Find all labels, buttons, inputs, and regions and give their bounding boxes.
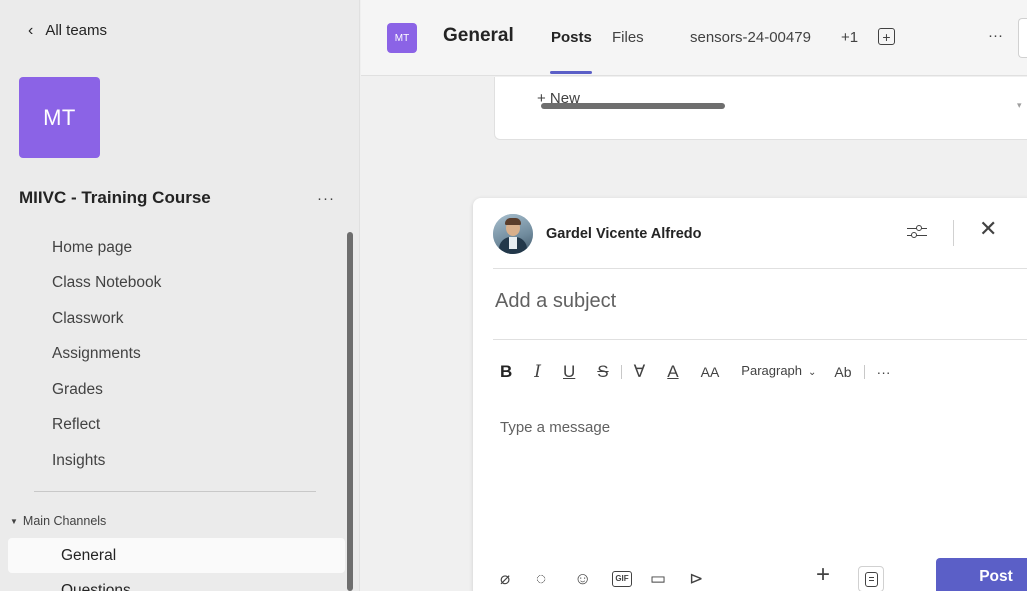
strikethrough-button[interactable]: S	[597, 362, 608, 382]
horizontal-scrollbar[interactable]	[541, 103, 725, 109]
formatting-toolbar: B I U S ∀ A AA Paragraph ⌄ Ab ···	[500, 360, 913, 384]
emoji-icon[interactable]: ☺	[574, 570, 591, 588]
more-formatting-button[interactable]: ···	[877, 362, 891, 382]
active-tab-indicator	[550, 71, 592, 74]
team-sidebar: ‹ All teams MT MIIVC - Training Course ·…	[0, 0, 360, 591]
tab-files[interactable]: Files	[612, 29, 644, 46]
subject-input[interactable]: Add a subject	[495, 290, 616, 313]
header-action-button-edge[interactable]	[1018, 18, 1027, 58]
previous-post-card: + New ▾	[494, 77, 1027, 140]
tab-sensors-24-00479[interactable]: sensors-24-00479	[690, 29, 811, 46]
chevron-left-icon: ‹	[28, 21, 34, 39]
nav-item-home-page[interactable]: Home page	[0, 230, 345, 266]
nav-item-classwork[interactable]: Classwork	[0, 301, 345, 337]
caret-down-icon: ▼	[10, 516, 18, 526]
team-name: MIIVC - Training Course	[19, 188, 211, 207]
loop-icon[interactable]: ◌	[536, 570, 546, 588]
praise-icon[interactable]: ⊳	[689, 570, 703, 588]
compose-author-row: Gardel Vicente Alfredo	[493, 214, 1027, 254]
post-options-icon[interactable]	[907, 223, 927, 241]
chevron-down-icon: ⌄	[808, 367, 817, 378]
divider	[493, 268, 1027, 269]
toolbar-separator	[620, 365, 622, 379]
bold-button[interactable]: B	[500, 362, 512, 382]
team-initials: MT	[43, 104, 76, 130]
channel-item-general[interactable]: General	[8, 538, 345, 573]
font-color-button[interactable]: A	[667, 362, 678, 382]
paragraph-style-dropdown[interactable]: Paragraph ⌄	[741, 361, 816, 383]
channel-list: General Questions	[0, 538, 345, 591]
tab-posts[interactable]: Posts	[551, 29, 592, 46]
team-nav-list: Home page Class Notebook Classwork Assig…	[0, 230, 345, 479]
message-input[interactable]: Type a message	[500, 419, 610, 436]
nav-item-reflect[interactable]: Reflect	[0, 408, 345, 444]
back-label: All teams	[45, 22, 108, 39]
header-separator	[953, 220, 954, 246]
gif-button[interactable]: GIF	[612, 571, 632, 587]
nav-item-assignments[interactable]: Assignments	[0, 337, 345, 373]
add-content-button[interactable]: +	[816, 563, 830, 587]
sticker-icon[interactable]: ▭	[650, 570, 666, 588]
nav-item-grades[interactable]: Grades	[0, 372, 345, 408]
more-tabs-button[interactable]: +1	[841, 29, 858, 46]
underline-button[interactable]: U	[563, 362, 575, 382]
team-avatar[interactable]: MT	[19, 77, 100, 158]
nav-item-insights[interactable]: Insights	[0, 443, 345, 479]
channel-content: + New ▾ Gardel Vicente Alfredo ✕ Add a s…	[361, 77, 1027, 591]
compose-box: Gardel Vicente Alfredo ✕ Add a subject B…	[473, 198, 1027, 591]
channel-title: General	[443, 25, 514, 46]
back-to-teams-link[interactable]: ‹ All teams	[28, 22, 107, 39]
author-name: Gardel Vicente Alfredo	[546, 226, 702, 242]
clear-formatting-button[interactable]: Ab	[834, 362, 851, 382]
channel-header: MT General Posts Files sensors-24-00479 …	[361, 0, 1027, 76]
team-more-options-button[interactable]: ···	[317, 190, 339, 207]
team-name-row: MIIVC - Training Course ···	[19, 188, 339, 208]
document-icon	[864, 571, 878, 587]
avatar	[493, 214, 533, 254]
channel-item-questions[interactable]: Questions	[0, 573, 345, 591]
schedule-draft-button[interactable]	[858, 566, 884, 591]
section-title: Main Channels	[22, 514, 107, 528]
channel-avatar: MT	[387, 23, 417, 53]
post-button[interactable]: Post	[936, 558, 1027, 591]
add-tab-button[interactable]: +	[878, 28, 895, 45]
divider	[493, 339, 1027, 340]
scroll-down-icon[interactable]: ▾	[1017, 100, 1022, 111]
close-compose-button[interactable]: ✕	[979, 217, 997, 241]
compose-actions-bar: ⌀ ◌ ☺ GIF ▭ ⊳ + Post	[500, 558, 1027, 591]
main-channels-section-toggle[interactable]: ▼ Main Channels	[10, 514, 106, 528]
sidebar-scrollbar[interactable]	[347, 232, 353, 591]
toolbar-separator	[863, 365, 865, 379]
paperclip-icon[interactable]: ⌀	[500, 570, 510, 588]
plus-icon: +	[882, 28, 891, 45]
nav-item-class-notebook[interactable]: Class Notebook	[0, 266, 345, 302]
font-size-button[interactable]: AA	[701, 362, 720, 382]
header-more-options-button[interactable]: ···	[988, 27, 1003, 44]
nav-divider	[34, 491, 316, 492]
italic-button[interactable]: I	[534, 362, 541, 382]
highlight-button[interactable]: ∀	[634, 362, 646, 382]
